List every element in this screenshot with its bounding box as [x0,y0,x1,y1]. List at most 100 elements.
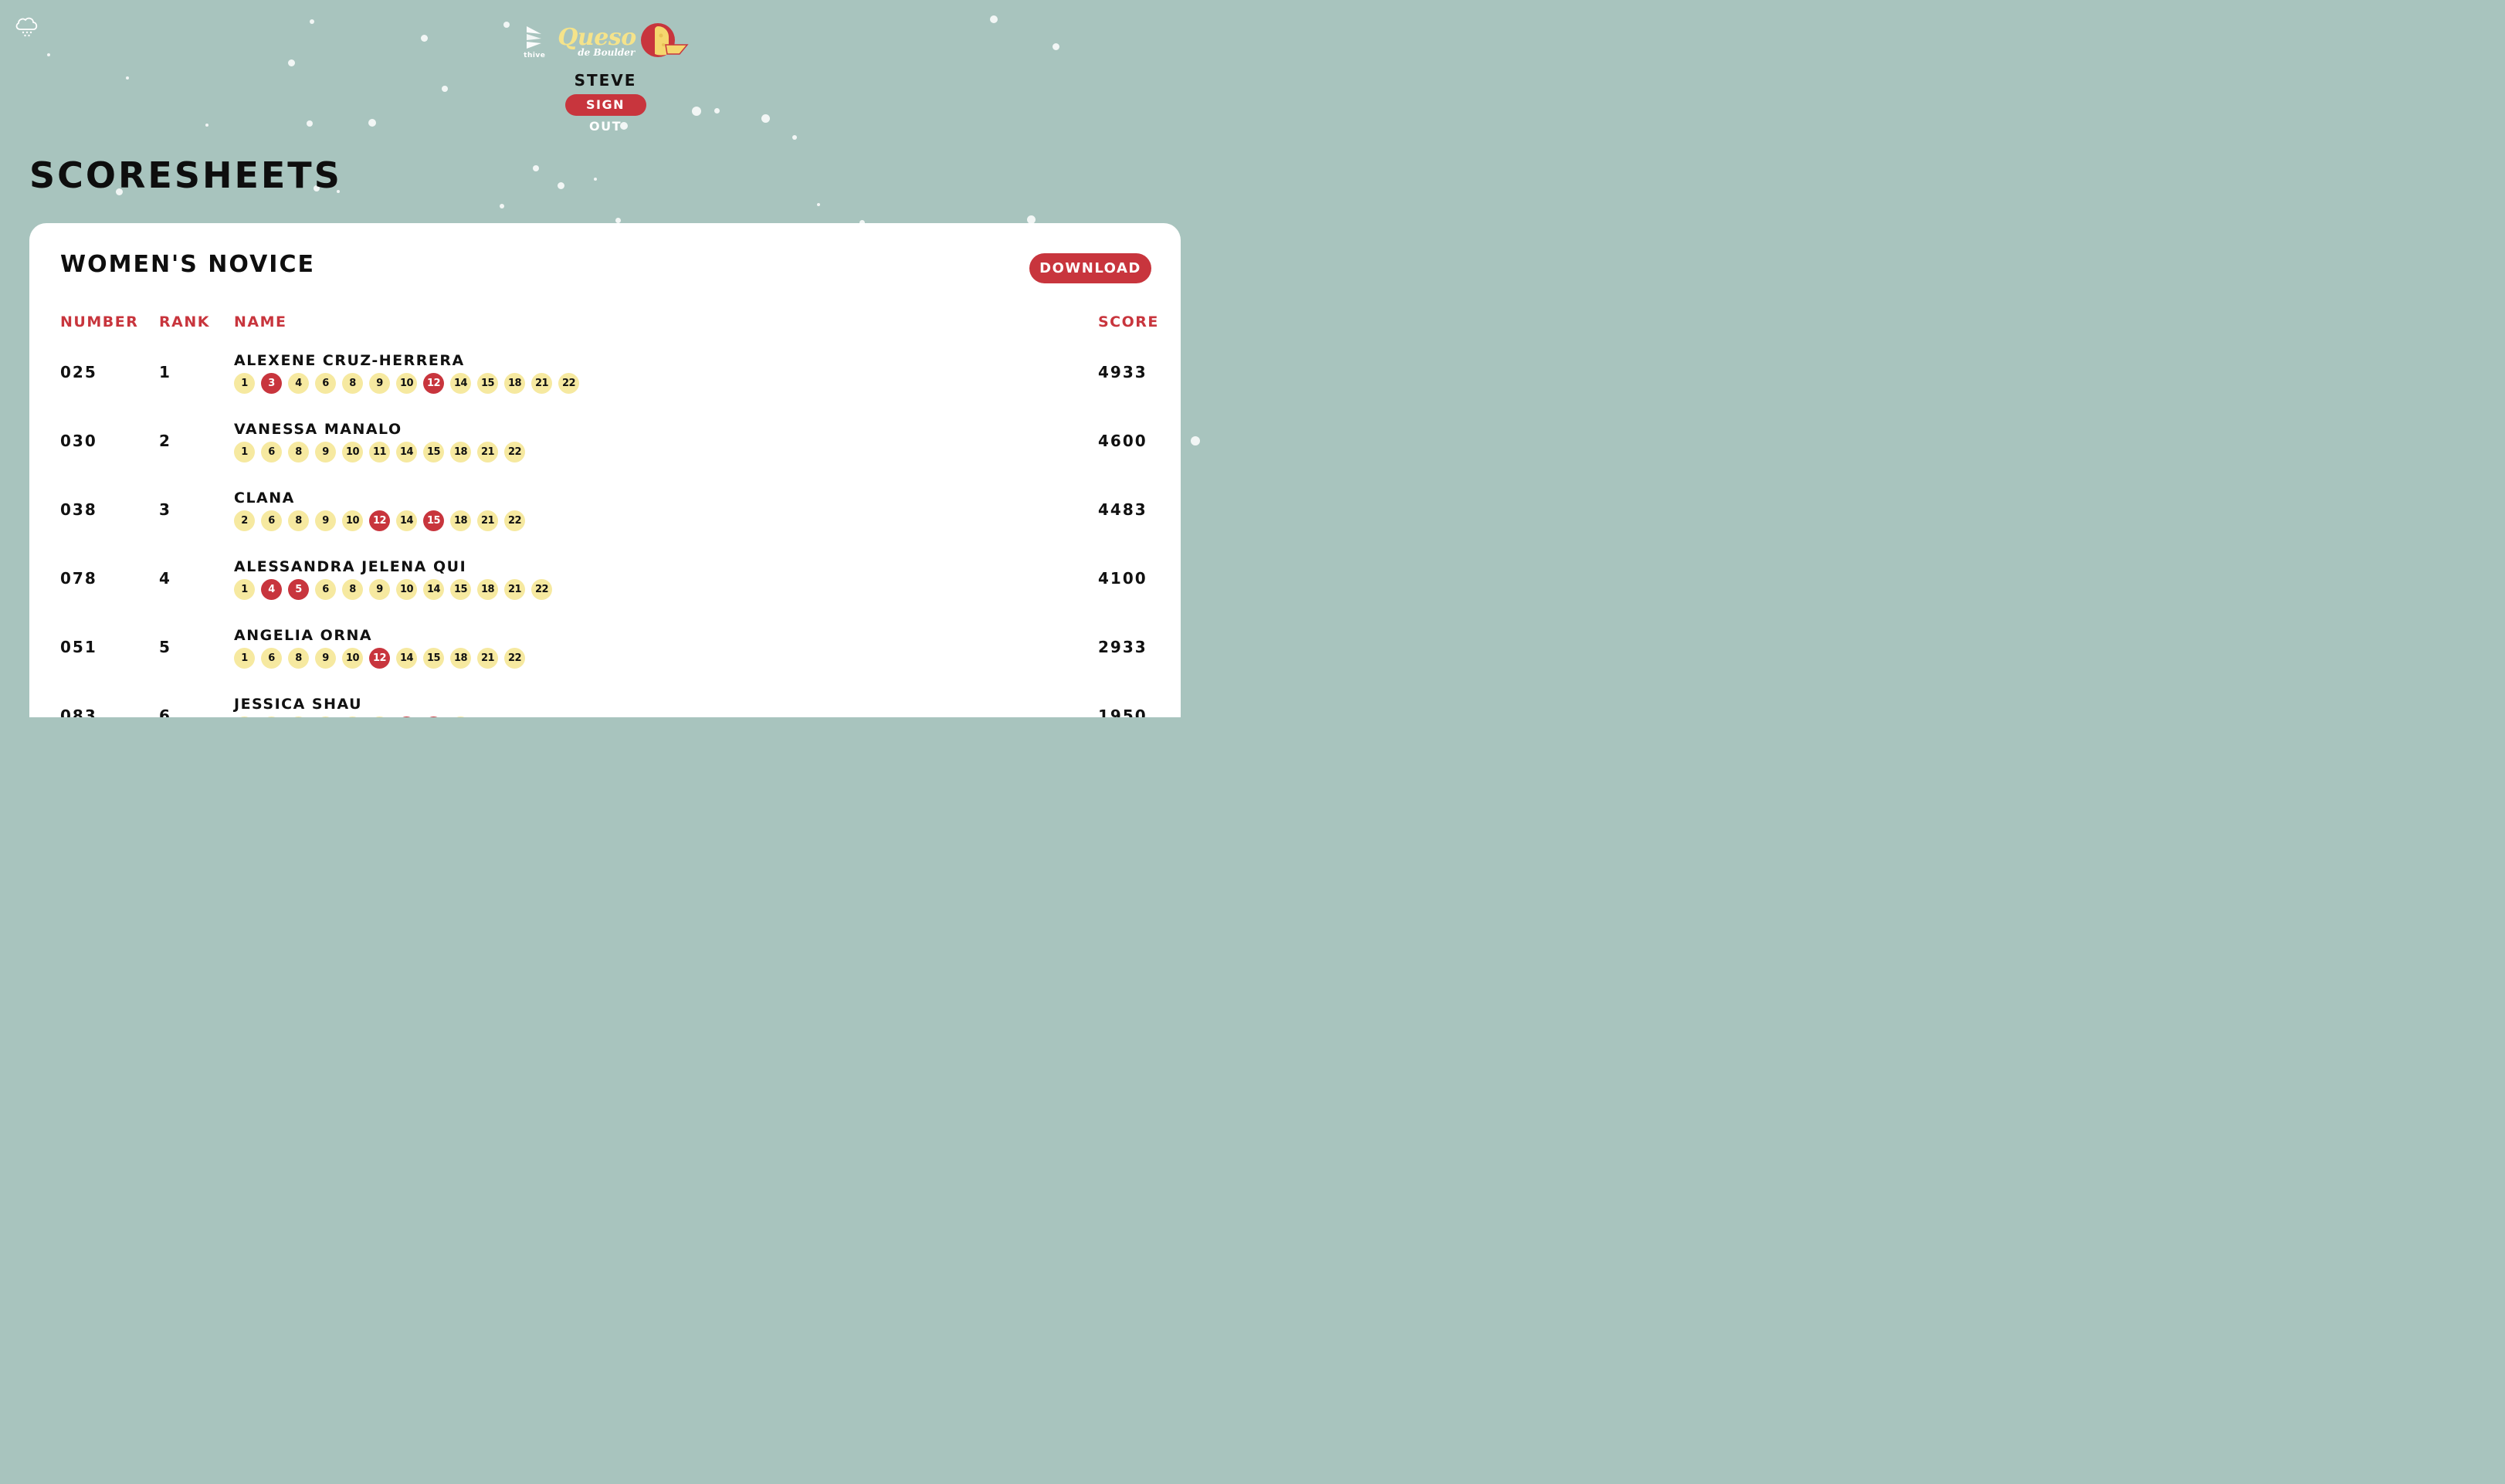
problem-badge: 15 [423,442,444,462]
problem-badge: 22 [504,648,525,669]
column-header-rank: RANK [159,313,210,330]
problem-badge: 21 [477,442,498,462]
problem-badge: 10 [396,579,417,600]
problem-badge: 18 [477,579,498,600]
problem-badge: 8 [342,373,363,394]
problem-list: 2 6 8 9 10 12 14 15 18 21 22 [234,510,525,531]
problem-badge: 22 [531,579,552,600]
problem-badge: 8 [288,442,309,462]
scoresheet-card: WOMEN'S NOVICE DOWNLOAD NUMBER RANK NAME… [29,223,1181,717]
climber-rank: 1 [159,363,171,381]
brand-subtitle: de Boulder [578,47,636,58]
problem-badge: 18 [450,648,471,669]
climber-score: 4600 [1098,432,1147,450]
climber-score: 4483 [1098,500,1147,519]
cheese-wheel-icon [639,22,689,62]
table-row: 025 1 ALEXENE CRUZ-HERRERA 1 3 4 6 8 9 10 12 14 1… [29,347,1181,415]
climber-rank: 5 [159,638,171,656]
problem-badge: 14 [423,579,444,600]
problem-badge: 15 [423,648,444,669]
problem-badge: 21 [477,648,498,669]
problem-badge: 22 [504,442,525,462]
problem-badge-flash: 4 [261,579,282,600]
problem-badge-flash: 15 [423,510,444,531]
climber-name: ALESSANDRA JELENA QUI [234,558,467,575]
problem-badge: 1 [234,442,255,462]
problem-badge: 9 [315,442,336,462]
problem-badge: 1 [234,579,255,600]
problem-badge: 6 [261,510,282,531]
logo-group: thive Queso de Boulder [522,22,689,62]
table-row: 038 3 CLANA 2 6 8 9 10 12 14 15 18 21 22 4483 [29,484,1181,553]
column-header-name: NAME [234,313,287,330]
climber-score: 1950 [1098,706,1147,717]
category-title: WOMEN'S NOVICE [60,251,315,278]
problem-badge: 21 [531,373,552,394]
table-row: 051 5 ANGELIA ORNA 1 6 8 9 10 12 14 15 18 21 22 29… [29,622,1181,690]
table-row: 078 4 ALESSANDRA JELENA QUI 1 4 5 6 8 9 10 14 15… [29,553,1181,622]
climber-rank: 2 [159,432,171,450]
problem-badge: 14 [396,442,417,462]
column-header-number: NUMBER [60,313,139,330]
climber-number: 083 [60,706,97,717]
problem-badge: 18 [504,373,525,394]
problem-badge-flash: 3 [261,373,282,394]
climber-name: ALEXENE CRUZ-HERRERA [234,352,465,369]
climber-rank: 4 [159,569,171,588]
climber-name: JESSICA SHAU [234,696,363,713]
problem-badge: 8 [288,648,309,669]
partner-logo-text: thive [524,51,546,59]
problem-badge: 9 [315,510,336,531]
page: thive Queso de Boulder STEVE SIGN OUT SC… [0,0,1211,717]
problem-badge: 21 [477,510,498,531]
problem-badge: 10 [342,648,363,669]
climber-number: 030 [60,432,97,450]
problem-badge-flash: 12 [423,373,444,394]
climber-name: VANESSA MANALO [234,421,402,438]
download-button[interactable]: DOWNLOAD [1029,253,1151,283]
problem-badge: 14 [396,648,417,669]
sign-out-button[interactable]: SIGN OUT [564,94,646,134]
climber-number: 051 [60,638,97,656]
problem-list: 1 6 8 9 10 11 14 15 18 21 22 [234,442,525,462]
brand-title: Queso [558,24,636,51]
problem-badge: 6 [315,579,336,600]
problem-badge: 18 [450,510,471,531]
problem-badge: 22 [504,510,525,531]
climber-score: 4100 [1098,569,1147,588]
problem-badge: 6 [315,373,336,394]
climber-name: ANGELIA ORNA [234,627,373,644]
climber-number: 038 [60,500,97,519]
problem-badge: 9 [315,648,336,669]
problem-badge: 4 [288,373,309,394]
problem-badge: 9 [369,579,390,600]
problem-badge: 8 [288,510,309,531]
user-name: STEVE [574,71,637,90]
problem-badge: 14 [396,510,417,531]
problem-list: 1 4 5 6 8 9 10 14 15 18 21 22 [234,579,552,600]
climber-rank: 6 [159,706,171,717]
problem-badge: 14 [450,373,471,394]
problem-badge: 6 [261,442,282,462]
problem-badge: 10 [342,510,363,531]
problem-badge: 11 [369,442,390,462]
climber-name: CLANA [234,490,295,507]
problem-badge: 9 [369,373,390,394]
table-row: 030 2 VANESSA MANALO 1 6 8 9 10 11 14 15 18 21 22 … [29,415,1181,484]
thive-logo-icon: thive [522,25,547,59]
page-title: SCORESHEETS [29,154,342,196]
problem-badge: 6 [261,648,282,669]
site-header: thive Queso de Boulder STEVE SIGN OUT [0,22,1211,134]
problem-badge: 8 [342,579,363,600]
table-row: 083 6 JESSICA SHAU 16891014192122 1950 [29,690,1181,717]
problem-list: 1 6 8 9 10 12 14 15 18 21 22 [234,648,525,669]
column-header-score: SCORE [1098,313,1159,330]
problem-badge-flash: 12 [369,510,390,531]
climber-score: 4933 [1098,363,1147,381]
problem-badge: 10 [396,373,417,394]
problem-badge: 15 [477,373,498,394]
problem-badge: 2 [234,510,255,531]
queso-logo: Queso de Boulder [558,22,689,62]
problem-badge: 22 [558,373,579,394]
climber-rank: 3 [159,500,171,519]
